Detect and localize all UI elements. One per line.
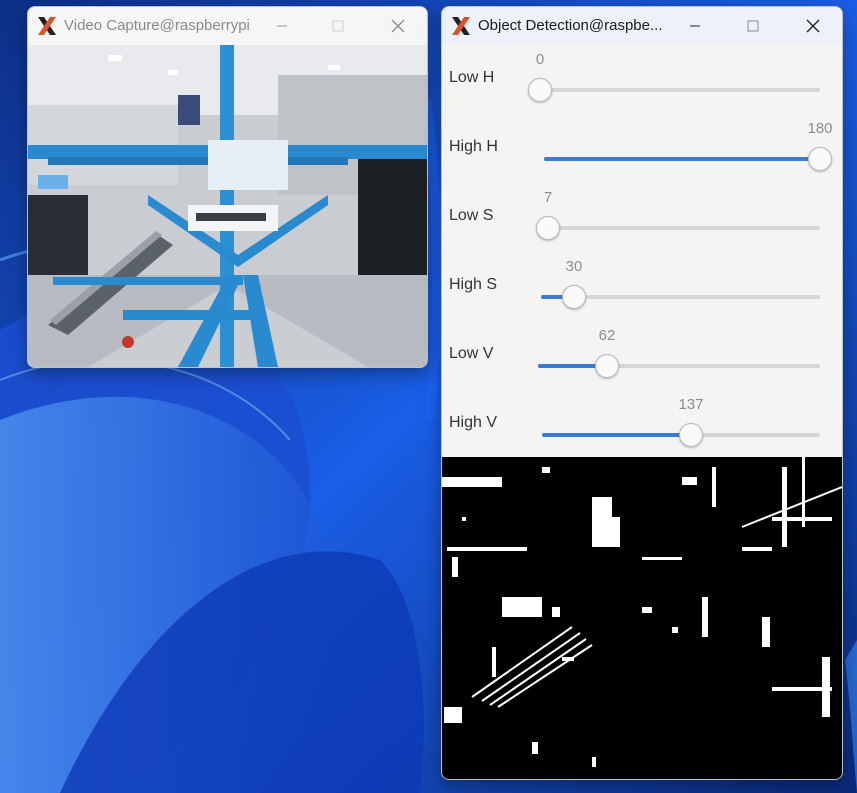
slider-value: 137: [678, 396, 704, 413]
slider-value: 0: [535, 51, 545, 68]
slider-thumb[interactable]: [528, 78, 552, 102]
hsv-trackbar-panel: Low H 0 High H 180 Low S 7 High S 30 Low…: [442, 45, 842, 457]
slider-label: Low H: [449, 69, 495, 86]
video-window-titlebar[interactable]: Video Capture@raspberrypi: [28, 7, 427, 45]
slider-label: Low V: [449, 345, 494, 362]
close-icon: [391, 19, 405, 33]
slider-label: High H: [449, 138, 498, 155]
detect-window-titlebar[interactable]: Object Detection@raspbe...: [442, 7, 842, 45]
slider-low-v[interactable]: Low V 62: [442, 321, 842, 389]
slider-low-h[interactable]: Low H 0: [442, 45, 842, 113]
slider-label: High V: [449, 414, 498, 431]
maximize-icon: [332, 20, 344, 32]
minimize-button[interactable]: [672, 7, 718, 45]
maximize-icon: [747, 20, 759, 32]
slider-high-h[interactable]: High H 180: [442, 114, 842, 182]
window-title: Object Detection@raspbe...: [478, 17, 663, 34]
slider-thumb[interactable]: [562, 285, 586, 309]
slider-label: Low S: [449, 207, 494, 224]
slider-track[interactable]: [542, 423, 820, 447]
minimize-icon: [690, 25, 700, 27]
slider-track[interactable]: [541, 285, 820, 309]
slider-thumb[interactable]: [536, 216, 560, 240]
video-capture-window[interactable]: Video Capture@raspberrypi: [27, 6, 428, 368]
slider-fill: [544, 157, 820, 161]
slider-fill: [542, 433, 691, 437]
slider-track[interactable]: [538, 354, 820, 378]
object-detection-window[interactable]: Object Detection@raspbe... Low H 0 High …: [441, 6, 843, 780]
slider-value: 7: [543, 189, 553, 206]
x11-icon: [38, 17, 56, 35]
close-button[interactable]: [375, 7, 421, 45]
maximize-button[interactable]: [315, 7, 361, 45]
slider-track[interactable]: [544, 147, 832, 171]
maximize-button[interactable]: [730, 7, 776, 45]
window-title: Video Capture@raspberrypi: [64, 17, 250, 34]
slider-value: 180: [807, 120, 833, 137]
binary-mask-image: [442, 457, 842, 779]
slider-high-v[interactable]: High V 137: [442, 390, 842, 458]
camera-feed-image: [28, 45, 427, 367]
slider-value: 30: [565, 258, 583, 275]
minimize-icon: [277, 25, 287, 27]
slider-track[interactable]: [528, 78, 820, 102]
slider-thumb[interactable]: [808, 147, 832, 171]
slider-value: 62: [598, 327, 616, 344]
slider-low-s[interactable]: Low S 7: [442, 183, 842, 251]
slider-label: High S: [449, 276, 498, 293]
minimize-button[interactable]: [259, 7, 305, 45]
slider-high-s[interactable]: High S 30: [442, 252, 842, 320]
close-icon: [806, 19, 820, 33]
slider-thumb[interactable]: [595, 354, 619, 378]
close-button[interactable]: [790, 7, 836, 45]
slider-thumb[interactable]: [679, 423, 703, 447]
slider-track[interactable]: [536, 216, 820, 240]
x11-icon: [452, 17, 470, 35]
